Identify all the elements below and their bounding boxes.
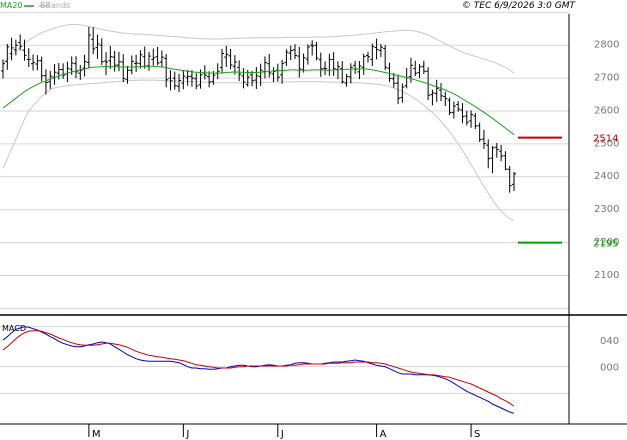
copyright-text: © TEC 6/9/2026 3:0 GMT: [462, 1, 577, 11]
x-tick-label-A: A: [380, 429, 387, 440]
x-tick-label-M: M: [92, 429, 101, 440]
y-tick-label-2700: 2700: [594, 72, 619, 83]
x-tick-label-J: J: [185, 429, 189, 440]
bbands-legend-label: BBands: [40, 1, 70, 10]
y-tick-label-2600: 2600: [594, 105, 619, 116]
price-chart: MA20 BBands © TEC 6/9/2026 3:0 GMT 2800 2…: [0, 0, 627, 440]
ma20-legend-label: MA20: [0, 1, 23, 10]
y-tick-label-2800: 2800: [594, 40, 619, 51]
level-label-2514: 2514: [593, 134, 618, 145]
macd-y-tick-label-000: 000: [600, 363, 619, 374]
macd-y-tick-label-040: 040: [600, 336, 619, 347]
y-tick-label-2100: 2100: [594, 270, 619, 281]
y-tick-label-2400: 2400: [594, 171, 619, 182]
y-tick-label-2300: 2300: [594, 204, 619, 215]
x-tick-label-S: S: [474, 429, 480, 440]
level-label-2195: 2195: [593, 239, 618, 250]
macd-panel-label: MACD: [2, 324, 26, 333]
chart-background: [0, 0, 627, 440]
x-tick-label-J: J: [280, 429, 284, 440]
